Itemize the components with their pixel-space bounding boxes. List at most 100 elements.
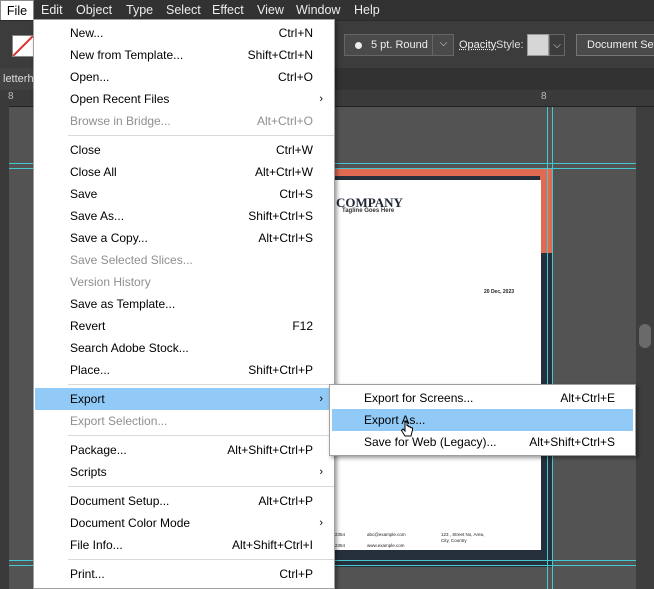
- menu-item-shortcut: Ctrl+P: [279, 567, 313, 581]
- brush-label: 5 pt. Round: [371, 39, 428, 51]
- menu-item-label: Close All: [70, 165, 117, 179]
- menu-item-file-info[interactable]: File Info... Alt+Shift+Ctrl+I: [35, 534, 333, 556]
- menu-item-package[interactable]: Package... Alt+Shift+Ctrl+P: [35, 439, 333, 461]
- submenu-item-label: Export As...: [364, 413, 426, 427]
- footer-website: www.example.com: [367, 543, 405, 548]
- file-menu: New... Ctrl+N New from Template... Shift+C…: [33, 19, 335, 589]
- menu-item-label: Save Selected Slices...: [70, 253, 193, 267]
- menu-item-save-as[interactable]: Save As... Shift+Ctrl+S: [35, 205, 333, 227]
- document-setup-button[interactable]: Document Setu: [576, 34, 654, 56]
- vertical-ruler[interactable]: [0, 106, 9, 589]
- submenu-item-shortcut: Alt+Ctrl+E: [560, 391, 615, 405]
- menu-item-label: New from Template...: [70, 48, 184, 62]
- footer-address: 123 , Street No, Area,: [441, 532, 485, 537]
- menu-item-version-history: Version History: [35, 271, 333, 293]
- menu-item-shortcut: Ctrl+N: [278, 26, 313, 40]
- opacity-label[interactable]: Opacity: [459, 35, 496, 55]
- menu-separator: [68, 559, 334, 560]
- chevron-right-icon: ›: [319, 93, 323, 105]
- submenu-item-save-web[interactable]: Save for Web (Legacy)... Alt+Shift+Ctrl+S: [332, 431, 633, 453]
- menu-item-open[interactable]: Open... Ctrl+O: [35, 66, 333, 88]
- menu-separator: [68, 486, 334, 487]
- menu-item-shortcut: Shift+Ctrl+S: [248, 209, 313, 223]
- menu-select[interactable]: Select: [166, 0, 201, 20]
- menu-object[interactable]: Object: [76, 0, 112, 20]
- menu-item-revert[interactable]: Revert F12: [35, 315, 333, 337]
- menu-item-shortcut: Alt+Shift+Ctrl+P: [227, 443, 313, 457]
- graphic-style-swatch[interactable]: [527, 34, 549, 56]
- menu-item-close[interactable]: Close Ctrl+W: [35, 139, 333, 161]
- guide-line[interactable]: [552, 107, 553, 589]
- mouse-cursor-icon: [400, 421, 413, 437]
- menu-window[interactable]: Window: [296, 0, 340, 20]
- menu-item-label: Search Adobe Stock...: [70, 341, 189, 355]
- menu-item-label: Print...: [70, 567, 105, 581]
- menu-item-save[interactable]: Save Ctrl+S: [35, 183, 333, 205]
- menu-item-export-selection: Export Selection...: [35, 410, 333, 432]
- menu-item-label: Save a Copy...: [70, 231, 148, 245]
- menu-type[interactable]: Type: [126, 0, 153, 20]
- menu-item-print[interactable]: Print... Ctrl+P: [35, 563, 333, 585]
- submenu-item-export-screens[interactable]: Export for Screens... Alt+Ctrl+E: [332, 387, 633, 409]
- menu-help[interactable]: Help: [354, 0, 380, 20]
- menu-view[interactable]: View: [257, 0, 284, 20]
- submenu-item-export-as[interactable]: Export As...: [332, 409, 633, 431]
- menu-item-shortcut: Shift+Ctrl+N: [247, 48, 313, 62]
- footer-email: abc@example.com: [367, 532, 406, 537]
- ruler-tick: 8: [8, 91, 14, 102]
- vertical-scrollbar[interactable]: [636, 107, 654, 589]
- menu-item-search-stock[interactable]: Search Adobe Stock...: [35, 337, 333, 359]
- menu-item-export[interactable]: Export ›: [35, 388, 333, 410]
- menu-item-label: Close: [70, 143, 101, 157]
- guide-line[interactable]: [547, 107, 548, 589]
- menu-item-close-all[interactable]: Close All Alt+Ctrl+W: [35, 161, 333, 183]
- menu-item-open-recent[interactable]: Open Recent Files ›: [35, 88, 333, 110]
- menu-item-label: Save as Template...: [70, 297, 176, 311]
- orange-accent-bar: [330, 168, 540, 176]
- chevron-right-icon: ›: [319, 466, 323, 478]
- menu-item-new[interactable]: New... Ctrl+N: [35, 22, 333, 44]
- chevron-right-icon: ›: [319, 393, 323, 405]
- menu-file[interactable]: File: [0, 0, 34, 20]
- menu-item-document-setup[interactable]: Document Setup... Alt+Ctrl+P: [35, 490, 333, 512]
- menu-item-save-template[interactable]: Save as Template...: [35, 293, 333, 315]
- footer-phone-2: 2354: [335, 543, 346, 548]
- menu-item-label: Export: [70, 392, 105, 406]
- menu-item-shortcut: Ctrl+S: [279, 187, 313, 201]
- ruler-tick: 8: [541, 91, 547, 102]
- menu-item-shortcut: Ctrl+O: [277, 70, 313, 84]
- menu-item-shortcut: Alt+Shift+Ctrl+I: [231, 538, 313, 552]
- chevron-down-icon[interactable]: ⌵: [549, 34, 565, 56]
- menu-item-label: Scripts: [70, 465, 107, 479]
- menu-item-label: Place...: [70, 363, 111, 377]
- menu-item-label: Package...: [70, 443, 127, 457]
- menu-item-save-copy[interactable]: Save a Copy... Alt+Ctrl+S: [35, 227, 333, 249]
- menu-item-save-slices: Save Selected Slices...: [35, 249, 333, 271]
- menu-item-label: Open...: [70, 70, 110, 84]
- menu-item-new-from-template[interactable]: New from Template... Shift+Ctrl+N: [35, 44, 333, 66]
- menu-effect[interactable]: Effect: [212, 0, 244, 20]
- menu-item-place[interactable]: Place... Shift+Ctrl+P: [35, 359, 333, 381]
- menu-item-label: Save As...: [70, 209, 125, 223]
- menu-item-label: Open Recent Files: [70, 92, 170, 106]
- menu-item-label: New...: [70, 26, 104, 40]
- scrollbar-thumb[interactable]: [639, 324, 651, 348]
- style-label: Style:: [496, 39, 524, 51]
- menu-edit[interactable]: Edit: [41, 0, 63, 20]
- menu-separator: [68, 135, 334, 136]
- stroke-none-swatch[interactable]: [12, 35, 34, 57]
- company-tagline: Tagline Goes Here: [342, 208, 395, 214]
- menu-item-shortcut: Alt+Ctrl+O: [256, 114, 313, 128]
- footer-address-city: City, Country: [441, 538, 467, 543]
- menu-separator: [68, 435, 334, 436]
- letterhead-page[interactable]: [330, 180, 541, 550]
- menu-item-label: File Info...: [70, 538, 123, 552]
- brush-dot-icon: [355, 42, 362, 49]
- menu-item-shortcut: F12: [292, 319, 313, 333]
- chevron-right-icon: ›: [319, 517, 323, 529]
- chevron-down-icon[interactable]: ⌵: [432, 34, 454, 56]
- menu-item-color-mode[interactable]: Document Color Mode ›: [35, 512, 333, 534]
- menu-item-label: Export Selection...: [70, 414, 168, 428]
- menu-item-scripts[interactable]: Scripts ›: [35, 461, 333, 483]
- letter-date: 20 Dec, 2023: [484, 289, 515, 295]
